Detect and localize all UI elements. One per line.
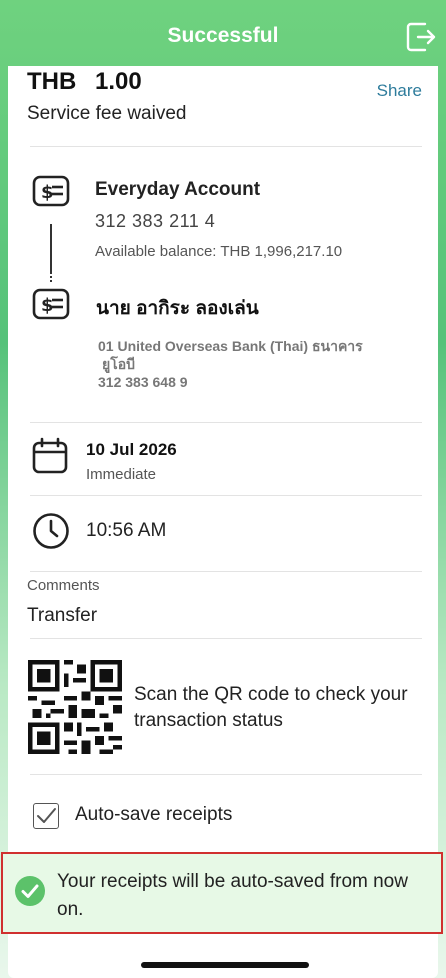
comments-label: Comments — [27, 577, 100, 594]
amount-value: 1.00 — [95, 68, 142, 95]
qr-instruction: Scan the QR code to check your transacti… — [134, 684, 408, 731]
divider — [30, 774, 422, 775]
transfer-connector-dots — [50, 272, 54, 282]
header: Successful — [0, 0, 446, 68]
payee-account-number: 312 383 648 9 — [98, 374, 188, 390]
toast-message: Your receipts will be auto-saved from no… — [57, 871, 408, 920]
money-doc-icon: $ — [32, 288, 70, 320]
autosave-label[interactable]: Auto-save receipts — [75, 804, 232, 826]
share-link[interactable]: Share — [377, 81, 422, 101]
comments-value: Transfer — [27, 605, 98, 626]
divider — [30, 638, 422, 639]
service-fee-note: Service fee waived — [27, 103, 187, 124]
check-icon — [37, 808, 56, 823]
payee-bank-line: ยูโอบี — [102, 356, 136, 372]
exit-icon[interactable] — [406, 20, 436, 54]
transfer-connector-line — [50, 224, 52, 272]
divider — [30, 571, 422, 572]
autosave-checkbox[interactable] — [33, 803, 59, 829]
autosave-toast: Your receipts will be auto-saved from no… — [1, 852, 443, 934]
amount-currency: THB — [27, 68, 77, 95]
home-indicator[interactable] — [141, 962, 309, 968]
clock-icon — [33, 513, 69, 549]
payee-name: นาย อากิระ ลองเล่น — [96, 298, 259, 319]
from-account-number: 312 383 211 4 — [95, 211, 216, 231]
receipt-card: THB 1.00 Share Service fee waived $ Ever… — [8, 66, 438, 978]
divider — [30, 495, 422, 496]
qr-code — [28, 660, 122, 754]
svg-text:$: $ — [41, 182, 54, 203]
page-title: Successful — [167, 24, 279, 47]
svg-text:$: $ — [41, 295, 54, 316]
money-doc-icon: $ — [32, 175, 70, 207]
from-account-name: Everyday Account — [95, 179, 261, 200]
transfer-type: Immediate — [86, 466, 157, 483]
payee-bank-line: 01 United Overseas Bank (Thai) ธนาคาร — [98, 338, 363, 354]
payee-bank: 01 United Overseas Bank (Thai) ธนาคาร ยู… — [98, 337, 418, 391]
check-circle-icon — [15, 876, 45, 906]
divider — [30, 422, 422, 423]
calendar-icon — [32, 437, 68, 474]
divider — [30, 146, 422, 147]
transfer-time: 10:56 AM — [86, 520, 167, 541]
transfer-date: 10 Jul 2026 — [86, 440, 177, 459]
available-balance: Available balance: THB 1,996,217.10 — [95, 243, 343, 260]
